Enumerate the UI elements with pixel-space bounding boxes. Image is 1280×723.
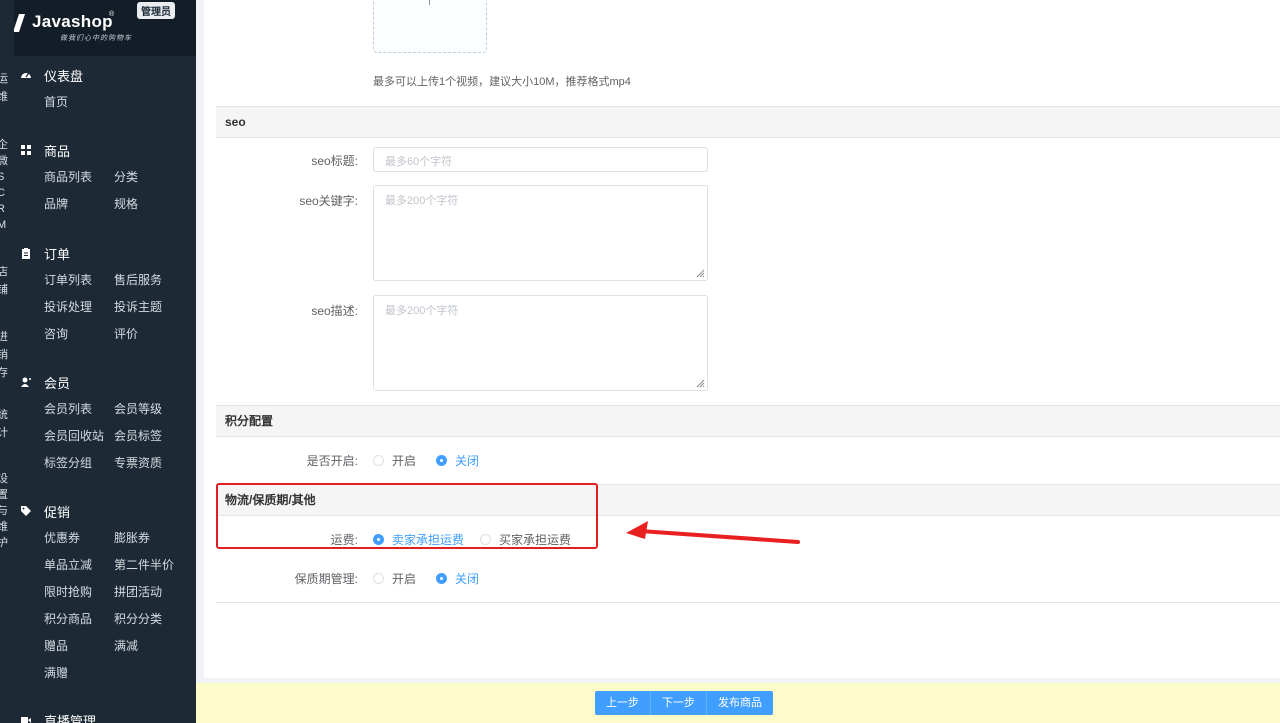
menu-item-points-category[interactable]: 积分分类 [114, 610, 184, 628]
section-points: 积分配置 [216, 405, 1280, 437]
brand-header: Javashop ® 做我们心中的购物车 管理员 [14, 0, 196, 56]
seo-title-input[interactable]: 最多60个字符 [373, 147, 708, 172]
publish-goods-button[interactable]: 发布商品 [707, 691, 773, 715]
menu-section-orders: 订单 订单列表 售后服务 投诉处理 投诉主题 咨询 评价 [20, 242, 190, 343]
rail-item-scrm[interactable]: 企 微 S C R M [0, 138, 14, 232]
menu-section-live: 直播管理 [20, 709, 190, 723]
menu-section-promotions: 促销 优惠券 膨胀券 单品立减 第二件半价 限时抢购 拼团活动 积分商品 积分分… [20, 500, 190, 682]
section-seo: seo [216, 106, 1280, 138]
menu-item-expand-coupons[interactable]: 膨胀券 [114, 529, 184, 547]
form-divider [216, 602, 1280, 603]
shelf-radio-on[interactable]: 开启 [373, 570, 416, 587]
menu-item-home[interactable]: 首页 [44, 93, 114, 111]
user-icon [20, 376, 32, 388]
seo-keywords-placeholder: 最多200个字符 [385, 195, 459, 207]
rail-item-store[interactable]: 店 铺 [0, 265, 14, 297]
menu-head-live[interactable]: 直播管理 [20, 709, 190, 723]
menu-item-invoice-qualification[interactable]: 专票资质 [114, 454, 184, 472]
menu-item-order-list[interactable]: 订单列表 [44, 271, 114, 289]
menu-item-group-buy[interactable]: 拼团活动 [114, 583, 184, 601]
menu-head-orders[interactable]: 订单 [20, 242, 190, 264]
rail-item-settings[interactable]: 设 置 与 维 护 [0, 472, 14, 550]
live-icon [20, 714, 32, 723]
goods-form-card: 最多可以上传1个视频，建议大小10M，推荐格式mp4 seo seo标题: 最多… [204, 0, 1280, 678]
seo-desc-placeholder: 最多200个字符 [385, 305, 459, 317]
radio-circle-icon [373, 573, 384, 584]
seo-keywords-textarea[interactable]: 最多200个字符 [373, 185, 708, 281]
seo-desc-label: seo描述: [311, 304, 358, 318]
menu-item-brand[interactable]: 品牌 [44, 195, 114, 213]
menu-item-instant-discount[interactable]: 单品立减 [44, 556, 114, 574]
menu-item-goods-list[interactable]: 商品列表 [44, 168, 114, 186]
upload-tip: 最多可以上传1个视频，建议大小10M，推荐格式mp4 [373, 76, 631, 88]
menu-item-consult[interactable]: 咨询 [44, 325, 114, 343]
menu-item-reviews[interactable]: 评价 [114, 325, 184, 343]
menu-item-points-goods[interactable]: 积分商品 [44, 610, 114, 628]
menu-section-dashboard: 仪表盘 首页 [20, 64, 190, 111]
menu-item-complaint-topics[interactable]: 投诉主题 [114, 298, 184, 316]
points-radio-off[interactable]: 关闭 [436, 452, 479, 469]
menu-head-promotions[interactable]: 促销 [20, 500, 190, 522]
footer-bar: 上一步 下一步 发布商品 [196, 683, 1280, 723]
menu-item-tag-groups[interactable]: 标签分组 [44, 454, 114, 472]
seo-desc-textarea[interactable]: 最多200个字符 [373, 295, 708, 391]
radio-checked-icon [436, 573, 447, 584]
points-radio-on[interactable]: 开启 [373, 452, 416, 469]
brand-slogan: 做我们心中的购物车 [60, 35, 132, 42]
menu-item-flash-sale[interactable]: 限时抢购 [44, 583, 114, 601]
footer-button-group: 上一步 下一步 发布商品 [595, 691, 773, 715]
resize-grip-icon[interactable] [696, 269, 705, 278]
sidebar: Javashop ® 做我们心中的购物车 管理员 仪表盘 首页 商品 商品列表 … [14, 0, 196, 723]
registered-mark-icon: ® [109, 11, 115, 18]
main-content: 最多可以上传1个视频，建议大小10M，推荐格式mp4 seo seo标题: 最多… [196, 0, 1280, 723]
resize-grip-icon[interactable] [696, 379, 705, 388]
grid-icon [20, 144, 32, 156]
shelf-life-label: 保质期管理: [294, 572, 358, 586]
dashboard-icon [20, 69, 32, 81]
prev-step-button[interactable]: 上一步 [595, 691, 651, 715]
clipboard-icon [20, 247, 32, 259]
menu-item-member-recycle[interactable]: 会员回收站 [44, 427, 114, 445]
menu-section-goods: 商品 商品列表 分类 品牌 规格 [20, 139, 190, 213]
menu-item-complaints[interactable]: 投诉处理 [44, 298, 114, 316]
tag-icon [20, 505, 32, 517]
menu-item-gifts[interactable]: 赠品 [44, 637, 114, 655]
video-upload-box[interactable] [373, 0, 487, 53]
seo-title-label: seo标题: [311, 154, 358, 168]
radio-circle-icon [373, 455, 384, 466]
menu-item-spec[interactable]: 规格 [114, 195, 184, 213]
menu-section-members: 会员 会员列表 会员等级 会员回收站 会员标签 标签分组 专票资质 [20, 371, 190, 472]
menu-item-member-tags[interactable]: 会员标签 [114, 427, 184, 445]
menu-item-full-gift[interactable]: 满赠 [44, 664, 114, 682]
radio-checked-icon [436, 455, 447, 466]
menu-item-member-level[interactable]: 会员等级 [114, 400, 184, 418]
menu-item-second-half-price[interactable]: 第二件半价 [114, 556, 184, 574]
menu-item-category[interactable]: 分类 [114, 168, 184, 186]
rail-item-inventory[interactable]: 进 销 存 [0, 330, 14, 380]
menu-item-member-list[interactable]: 会员列表 [44, 400, 114, 418]
shelf-radio-off[interactable]: 关闭 [436, 570, 479, 587]
points-enable-label: 是否开启: [306, 454, 358, 468]
rail-item-ops[interactable]: 运 维 [0, 72, 14, 104]
role-badge: 管理员 [137, 2, 175, 19]
annotation-arrow-icon [626, 521, 800, 544]
menu-head-dashboard[interactable]: 仪表盘 [20, 64, 190, 86]
module-rail: 运 维 企 微 S C R M 店 铺 进 销 存 统 计 设 置 与 维 护 [0, 0, 14, 723]
menu-item-coupons[interactable]: 优惠券 [44, 529, 114, 547]
rail-item-stats[interactable]: 统 计 [0, 408, 14, 440]
upload-plus-icon [429, 0, 430, 5]
next-step-button[interactable]: 下一步 [651, 691, 707, 715]
menu-item-after-sales[interactable]: 售后服务 [114, 271, 184, 289]
javashop-logo-icon [14, 14, 25, 32]
brand-name: Javashop [32, 12, 113, 31]
annotation-highlight-box [216, 483, 598, 549]
menu-item-full-reduction[interactable]: 满减 [114, 637, 184, 655]
menu-head-members[interactable]: 会员 [20, 371, 190, 393]
seo-keywords-label: seo关键字: [299, 194, 358, 208]
menu-head-goods[interactable]: 商品 [20, 139, 190, 161]
